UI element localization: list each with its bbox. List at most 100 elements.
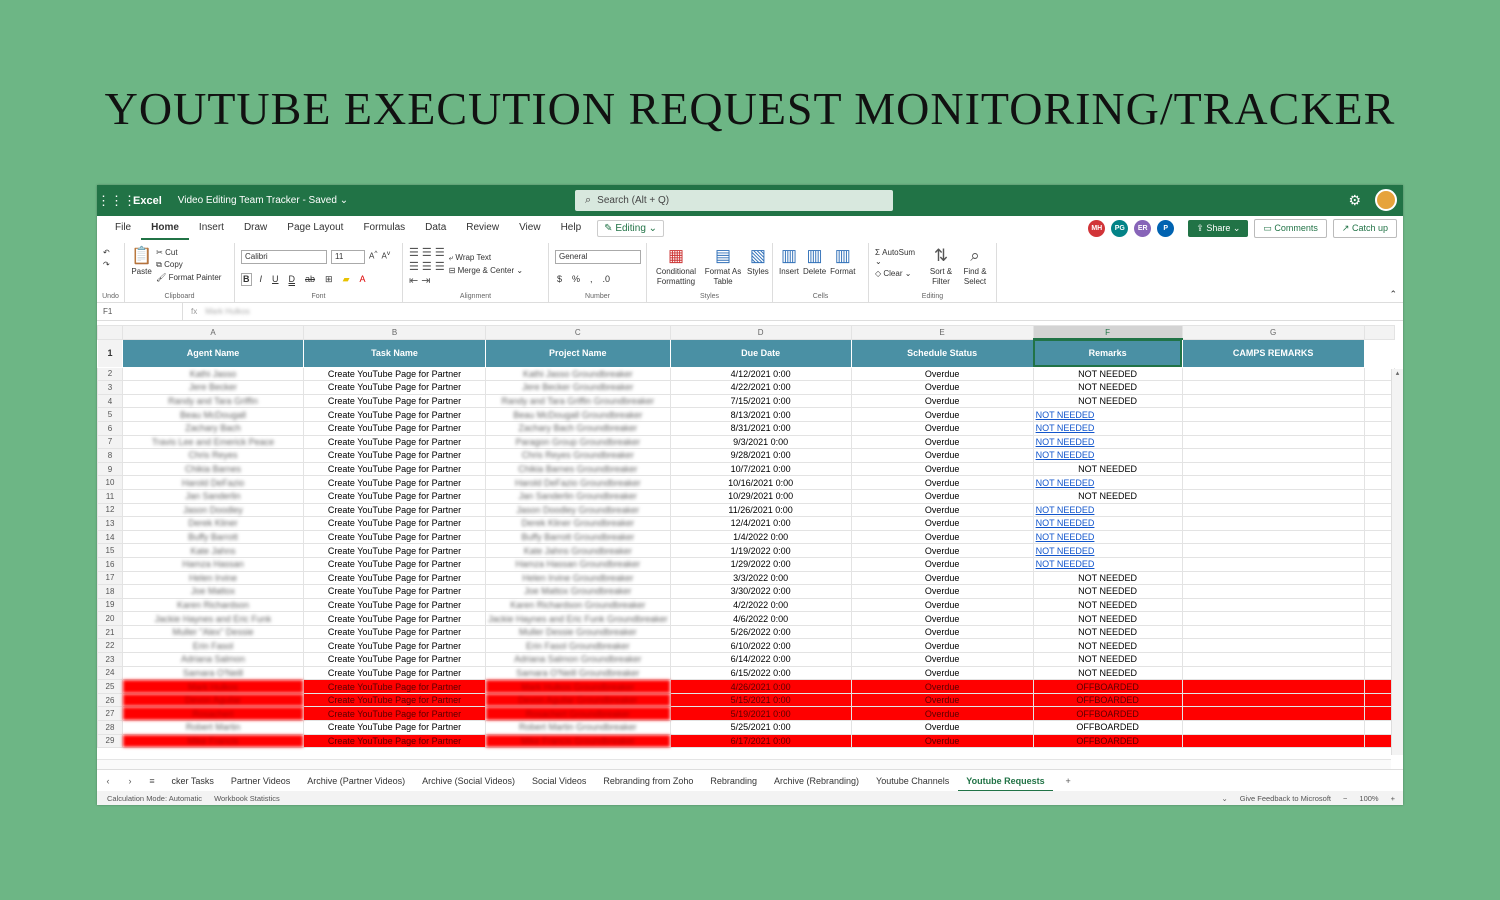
row-number[interactable]: 11: [97, 488, 123, 504]
row-number[interactable]: 19: [97, 597, 123, 613]
sheet-tab[interactable]: Social Videos: [523, 770, 594, 792]
remarks-cell[interactable]: NOT NEEDED: [1032, 475, 1183, 490]
schedule-status-cell[interactable]: Overdue: [850, 638, 1034, 654]
agent-name-cell[interactable]: Kate Jahns: [122, 543, 304, 558]
project-name-cell[interactable]: Jackie Haynes and Eric Funk Groundbreake…: [485, 611, 671, 626]
project-name-cell[interactable]: Karen Richardson Groundbreaker: [485, 597, 671, 613]
chevron-down-icon[interactable]: ⌄: [1221, 794, 1227, 803]
format-cells-button[interactable]: ▥ Format: [830, 245, 855, 290]
settings-gear-icon[interactable]: ⚙: [1348, 192, 1361, 209]
paste-button[interactable]: 📋 Paste: [131, 245, 152, 290]
row-number[interactable]: 27: [97, 706, 123, 722]
prev-sheet-icon[interactable]: ‹: [97, 776, 119, 786]
agent-name-cell[interactable]: Adriana Salmon: [122, 652, 304, 667]
due-date-cell[interactable]: 8/13/2021 0:00: [669, 407, 852, 422]
agent-name-cell[interactable]: Muller "Alex" Dessie: [122, 624, 304, 640]
sheet-tab[interactable]: Archive (Partner Videos): [299, 770, 414, 792]
camps-remarks-cell[interactable]: [1181, 624, 1365, 640]
camps-remarks-cell[interactable]: [1181, 366, 1365, 382]
format-painter-button[interactable]: 🖌 Format Painter: [156, 273, 221, 282]
due-date-cell[interactable]: 10/29/2021 0:00: [669, 488, 852, 504]
camps-remarks-cell[interactable]: [1181, 488, 1365, 504]
column-header[interactable]: B: [303, 325, 486, 340]
row-number[interactable]: 3: [97, 380, 123, 395]
remarks-cell[interactable]: OFFBOARDED: [1032, 706, 1183, 722]
task-name-cell[interactable]: Create YouTube Page for Partner: [303, 556, 486, 572]
column-header[interactable]: E: [850, 325, 1034, 340]
camps-remarks-cell[interactable]: [1181, 679, 1365, 694]
camps-remarks-cell[interactable]: [1181, 584, 1365, 599]
sheet-tab[interactable]: Archive (Social Videos): [414, 770, 524, 792]
camps-remarks-cell[interactable]: [1181, 652, 1365, 667]
catch-up-button[interactable]: ↗ Catch up: [1332, 219, 1397, 238]
task-name-cell[interactable]: Create YouTube Page for Partner: [303, 516, 486, 531]
calculation-mode[interactable]: Calculation Mode: Automatic: [107, 794, 202, 803]
give-feedback-link[interactable]: Give Feedback to Microsoft: [1240, 794, 1331, 803]
agent-name-cell[interactable]: Jere Becker: [122, 380, 304, 395]
schedule-status-cell[interactable]: Overdue: [850, 434, 1034, 450]
tab-page-layout[interactable]: Page Layout: [277, 216, 353, 240]
row-number[interactable]: 29: [97, 733, 123, 749]
empty-cell[interactable]: [1363, 720, 1395, 735]
select-all-corner[interactable]: [97, 325, 123, 340]
agent-name-cell[interactable]: Jan Sanderlin: [122, 488, 304, 504]
user-avatar[interactable]: [1375, 189, 1397, 211]
empty-cell[interactable]: [1363, 338, 1395, 368]
decrease-font-icon[interactable]: Av: [381, 250, 390, 264]
agent-name-cell[interactable]: Zachary Bach: [122, 420, 304, 436]
due-date-cell[interactable]: 9/28/2021 0:00: [669, 448, 852, 463]
agent-name-cell[interactable]: Joe Mattox: [122, 584, 304, 599]
task-name-cell[interactable]: Create YouTube Page for Partner: [303, 502, 486, 518]
tab-formulas[interactable]: Formulas: [353, 216, 415, 240]
empty-cell[interactable]: [1363, 407, 1395, 422]
cut-button[interactable]: ✂ Cut: [156, 248, 221, 257]
due-date-cell[interactable]: 4/22/2021 0:00: [669, 380, 852, 395]
remarks-cell[interactable]: NOT NEEDED: [1032, 420, 1183, 436]
camps-remarks-cell[interactable]: [1181, 502, 1365, 518]
schedule-status-cell[interactable]: Overdue: [850, 393, 1034, 409]
project-name-cell[interactable]: Derek Kliner Groundbreaker: [485, 516, 671, 531]
project-name-cell[interactable]: Kate Jahns Groundbreaker: [485, 543, 671, 558]
schedule-status-cell[interactable]: Overdue: [850, 502, 1034, 518]
tab-file[interactable]: File: [105, 216, 141, 240]
due-date-cell[interactable]: 6/17/2021 0:00: [669, 733, 852, 749]
align-top-icon[interactable]: ☰ ☰ ☰: [409, 248, 445, 259]
row-number[interactable]: 7: [97, 434, 123, 450]
header-schedule-status[interactable]: Schedule Status: [850, 338, 1034, 368]
camps-remarks-cell[interactable]: [1181, 570, 1365, 586]
project-name-cell[interactable]: Harold DeFazio Groundbreaker: [485, 475, 671, 490]
camps-remarks-cell[interactable]: [1181, 665, 1365, 681]
tab-data[interactable]: Data: [415, 216, 456, 240]
due-date-cell[interactable]: 10/16/2021 0:00: [669, 475, 852, 490]
insert-cells-button[interactable]: ▥ Insert: [779, 245, 799, 290]
copy-button[interactable]: ⧉ Copy: [156, 260, 221, 270]
remarks-cell[interactable]: NOT NEEDED: [1032, 570, 1183, 586]
remarks-cell[interactable]: NOT NEEDED: [1032, 597, 1183, 613]
comments-button[interactable]: ▭ Comments: [1254, 219, 1327, 238]
task-name-cell[interactable]: Create YouTube Page for Partner: [303, 543, 486, 558]
due-date-cell[interactable]: 7/15/2021 0:00: [669, 393, 852, 409]
remarks-cell[interactable]: NOT NEEDED: [1032, 448, 1183, 463]
remarks-cell[interactable]: NOT NEEDED: [1032, 556, 1183, 572]
project-name-cell[interactable]: Robert Martin Groundbreaker: [485, 720, 671, 735]
schedule-status-cell[interactable]: Overdue: [850, 556, 1034, 572]
schedule-status-cell[interactable]: Overdue: [850, 475, 1034, 490]
increase-font-icon[interactable]: A^: [369, 250, 377, 264]
remarks-cell[interactable]: NOT NEEDED: [1032, 665, 1183, 681]
italic-icon[interactable]: I: [258, 273, 265, 286]
due-date-cell[interactable]: 10/7/2021 0:00: [669, 461, 852, 477]
agent-name-cell[interactable]: Kathi Jasso: [122, 366, 304, 382]
app-launcher-icon[interactable]: ⋮⋮⋮: [97, 193, 136, 209]
empty-cell[interactable]: [1363, 448, 1395, 463]
agent-name-cell[interactable]: Derek Kliner: [122, 516, 304, 531]
row-number[interactable]: 4: [97, 393, 123, 409]
row-number[interactable]: 20: [97, 611, 123, 626]
camps-remarks-cell[interactable]: [1181, 556, 1365, 572]
column-header-empty[interactable]: [1363, 325, 1395, 340]
camps-remarks-cell[interactable]: [1181, 516, 1365, 531]
empty-cell[interactable]: [1363, 420, 1395, 436]
document-name[interactable]: Video Editing Team Tracker - Saved ⌄: [178, 195, 348, 206]
all-sheets-icon[interactable]: ≡: [141, 776, 163, 786]
agent-name-cell[interactable]: Rosachert: [122, 706, 304, 722]
bold-icon[interactable]: B: [241, 273, 252, 286]
